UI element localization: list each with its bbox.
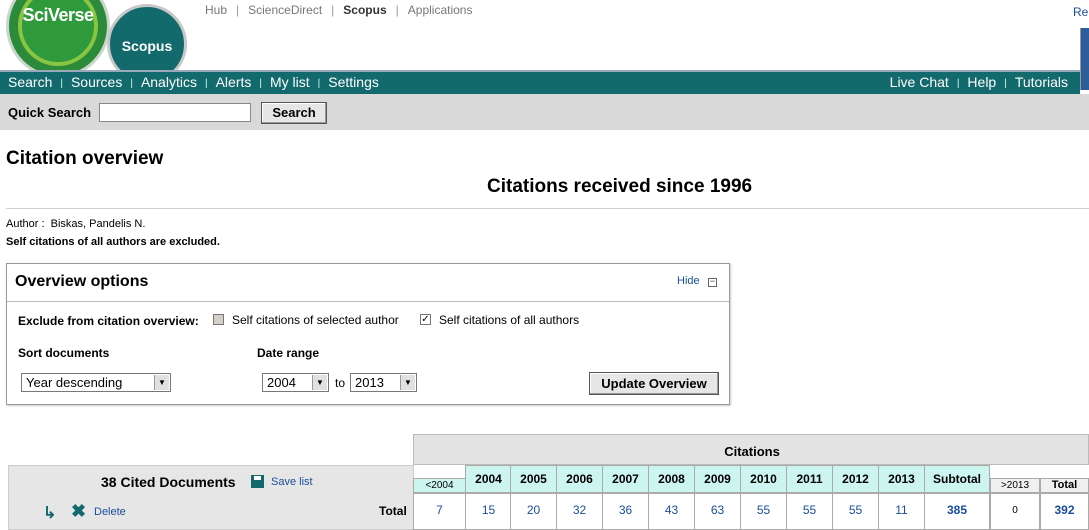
col-header-year1: 2005: [510, 465, 557, 493]
total-cell-year9[interactable]: 11: [878, 493, 925, 530]
options-header: Overview options Hide −: [7, 264, 729, 302]
sort-arrow-icon[interactable]: ↳: [43, 503, 56, 523]
sort-documents-value: Year descending: [26, 375, 123, 390]
update-overview-button[interactable]: Update Overview: [589, 372, 719, 395]
top-links: Hub | ScienceDirect | Scopus | Applications: [205, 3, 473, 17]
nav-tutorials[interactable]: Tutorials: [1015, 74, 1068, 90]
quick-search-bar: Quick Search Search: [0, 94, 1089, 130]
quick-search-input[interactable]: [99, 103, 251, 122]
citations-header-panel: Citations: [413, 434, 1089, 465]
sort-documents-select[interactable]: Year descending ▼: [21, 373, 171, 392]
side-thumbnail: [1080, 28, 1089, 90]
total-cell-year3[interactable]: 36: [602, 493, 649, 530]
col-header-year5: 2009: [694, 465, 741, 493]
total-cell-total[interactable]: 392: [1040, 493, 1089, 530]
top-link-hub[interactable]: Hub: [205, 3, 227, 17]
options-title: Overview options: [15, 273, 149, 290]
divider: [6, 208, 1089, 209]
date-to-select[interactable]: 2013 ▼: [350, 373, 417, 392]
citations-title: Citations: [724, 444, 780, 459]
scopus-logo-text: Scopus: [121, 38, 173, 54]
total-cell-year8[interactable]: 55: [832, 493, 879, 530]
nav-search[interactable]: Search: [8, 74, 52, 90]
total-row-label: Total: [379, 504, 407, 518]
register-link[interactable]: Re: [1073, 5, 1088, 19]
date-from-select[interactable]: 2004 ▼: [262, 373, 329, 392]
col-header-subtotal: Subtotal: [924, 465, 990, 493]
date-to-value: 2013: [355, 375, 384, 390]
total-cell-year2[interactable]: 32: [556, 493, 603, 530]
total-cell-year0[interactable]: 15: [465, 493, 512, 530]
citations-heading: Citations received since 1996: [487, 176, 753, 197]
nav-live-chat[interactable]: Live Chat: [890, 74, 949, 90]
col-header-year6: 2010: [740, 465, 787, 493]
exclude-label: Exclude from citation overview:: [18, 314, 199, 328]
self-citation-note: Self citations of all authors are exclud…: [6, 236, 220, 248]
collapse-icon[interactable]: −: [708, 277, 717, 287]
col-header-before: <2004: [413, 478, 466, 493]
self-citations-all-authors-label: Self citations of all authors: [439, 313, 580, 327]
total-cell-subtotal[interactable]: 385: [924, 493, 990, 530]
quick-search-button[interactable]: Search: [261, 102, 327, 124]
date-to-label: to: [335, 376, 346, 390]
date-from-value: 2004: [267, 375, 296, 390]
quick-search-label: Quick Search: [8, 105, 92, 120]
hide-options-link[interactable]: Hide: [677, 275, 700, 287]
save-list-link[interactable]: Save list: [271, 476, 313, 488]
total-cell-year4[interactable]: 43: [648, 493, 695, 530]
save-icon[interactable]: [251, 475, 264, 488]
chevron-down-icon: ▼: [400, 375, 415, 390]
col-header-year0: 2004: [465, 465, 512, 493]
nav-help[interactable]: Help: [967, 74, 996, 90]
main-nav: Search | Sources | Analytics | Alerts | My list |…: [0, 70, 1080, 94]
author-line: Author : Biskas, Pandelis N.: [6, 218, 145, 230]
cited-documents-count: 38 Cited Documents: [101, 474, 236, 490]
col-header-year8: 2012: [832, 465, 879, 493]
col-header-after: >2013: [990, 478, 1040, 493]
chevron-down-icon: ▼: [312, 375, 327, 390]
self-citations-all-authors-checkbox[interactable]: ✓: [420, 314, 431, 325]
col-header-year9: 2013: [878, 465, 925, 493]
col-header-total: Total: [1040, 478, 1089, 493]
total-cell-year6[interactable]: 55: [740, 493, 787, 530]
col-header-year4: 2008: [648, 465, 695, 493]
total-cell-year7[interactable]: 55: [786, 493, 833, 530]
top-link-applications[interactable]: Applications: [408, 3, 473, 17]
nav-analytics[interactable]: Analytics: [141, 74, 197, 90]
total-cell-year5[interactable]: 63: [694, 493, 741, 530]
top-link-scopus[interactable]: Scopus: [343, 3, 386, 17]
author-name: Biskas, Pandelis N.: [50, 218, 146, 230]
overview-options-panel: Overview options Hide − Exclude from cit…: [6, 263, 730, 405]
sort-documents-label: Sort documents: [18, 346, 110, 360]
page-title: Citation overview: [6, 148, 164, 169]
header: SciVerse Scopus Hub | ScienceDirect | Scopus…: [0, 0, 1089, 90]
self-citations-selected-author-checkbox[interactable]: [213, 314, 224, 325]
total-cell-after: 0: [990, 493, 1040, 530]
sciverse-logo[interactable]: SciVerse: [6, 0, 110, 78]
cited-documents-panel: 38 Cited Documents Save list ↳ ✖ Delete …: [8, 465, 414, 530]
sciverse-logo-text: SciVerse: [22, 5, 94, 25]
col-header-year3: 2007: [602, 465, 649, 493]
nav-settings[interactable]: Settings: [328, 74, 379, 90]
self-citations-selected-author-label: Self citations of selected author: [232, 313, 399, 327]
author-label: Author :: [6, 218, 45, 230]
total-cell-before[interactable]: 7: [413, 493, 466, 530]
top-link-sciencedirect[interactable]: ScienceDirect: [248, 3, 322, 17]
col-header-year7: 2011: [786, 465, 833, 493]
nav-sources[interactable]: Sources: [71, 74, 122, 90]
col-header-year2: 2006: [556, 465, 603, 493]
chevron-down-icon: ▼: [154, 375, 169, 390]
total-cell-year1[interactable]: 20: [510, 493, 557, 530]
date-range-label: Date range: [257, 346, 320, 360]
delete-link[interactable]: Delete: [94, 506, 126, 518]
nav-my-list[interactable]: My list: [270, 74, 310, 90]
nav-alerts[interactable]: Alerts: [216, 74, 252, 90]
delete-icon[interactable]: ✖: [71, 501, 86, 522]
